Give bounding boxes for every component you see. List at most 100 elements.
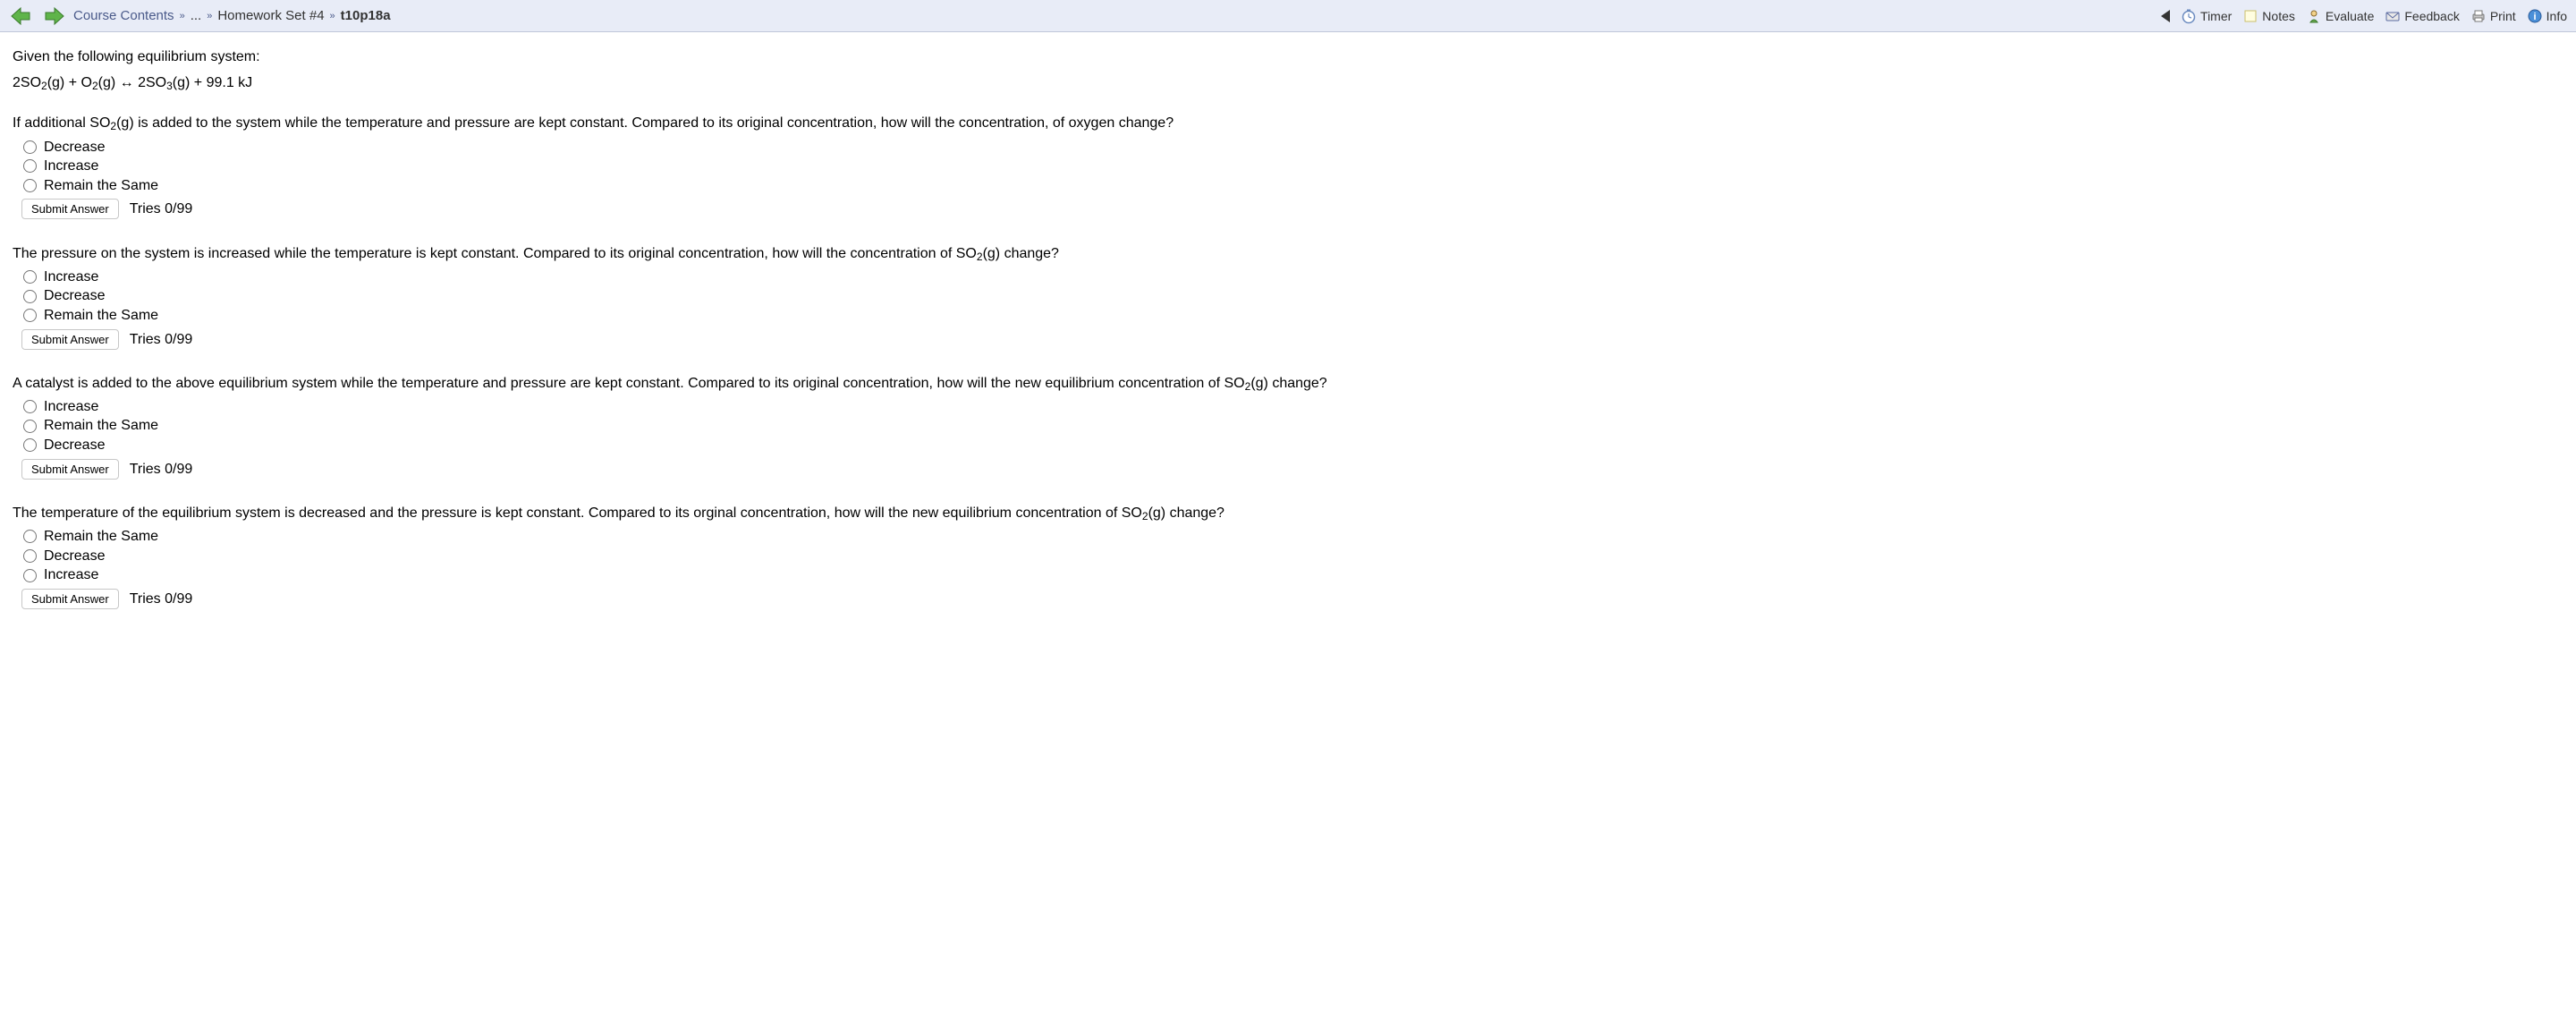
collapse-tools-button[interactable] [2161, 10, 2170, 22]
chem-subscript: 2 [1142, 510, 1148, 522]
question-text-fragment: If additional SO [13, 115, 110, 131]
print-icon [2470, 8, 2487, 24]
option-row[interactable]: Decrease [23, 138, 2563, 157]
topbar-right: Timer Notes Evaluate Feedback Print [2161, 8, 2567, 24]
content: Given the following equilibrium system: … [0, 32, 2576, 647]
info-tool[interactable]: i Info [2527, 8, 2567, 24]
submit-row: Submit Answer Tries 0/99 [21, 199, 2563, 219]
tries-label: Tries 0/99 [130, 589, 193, 609]
question-text: A catalyst is added to the above equilib… [13, 373, 2563, 394]
nav-back-button[interactable] [9, 5, 34, 27]
chem-subscript: 2 [977, 251, 983, 263]
tries-label: Tries 0/99 [130, 329, 193, 350]
breadcrumb-course-contents[interactable]: Course Contents [73, 8, 174, 23]
arrow-right-icon [42, 6, 65, 26]
option-radio[interactable] [23, 530, 37, 543]
eq-text: (g) + O [47, 75, 92, 90]
option-label: Increase [44, 157, 98, 176]
submit-answer-button[interactable]: Submit Answer [21, 589, 119, 609]
info-icon: i [2527, 8, 2543, 24]
submit-answer-button[interactable]: Submit Answer [21, 329, 119, 350]
breadcrumb-sep: » [330, 11, 335, 21]
notes-icon [2242, 8, 2258, 24]
svg-text:i: i [2533, 12, 2536, 22]
option-row[interactable]: Decrease [23, 547, 2563, 566]
question-block: The pressure on the system is increased … [13, 243, 2563, 350]
option-radio[interactable] [23, 569, 37, 582]
option-row[interactable]: Increase [23, 565, 2563, 585]
options-group: DecreaseIncreaseRemain the Same [23, 138, 2563, 196]
arrow-left-icon [10, 6, 33, 26]
topbar-left: Course Contents » ... » Homework Set #4 … [9, 5, 391, 27]
option-radio[interactable] [23, 270, 37, 284]
eq-sub: 3 [166, 80, 173, 92]
option-label: Decrease [44, 286, 105, 306]
option-label: Remain the Same [44, 527, 158, 547]
question-text: If additional SO2(g) is added to the sys… [13, 113, 2563, 133]
print-tool[interactable]: Print [2470, 8, 2516, 24]
notes-tool[interactable]: Notes [2242, 8, 2295, 24]
option-row[interactable]: Remain the Same [23, 527, 2563, 547]
eq-text: (g) + 99.1 kJ [173, 75, 252, 90]
question-block: A catalyst is added to the above equilib… [13, 373, 2563, 480]
option-label: Increase [44, 565, 98, 585]
breadcrumb-current: t10p18a [341, 8, 391, 23]
option-row[interactable]: Increase [23, 157, 2563, 176]
submit-answer-button[interactable]: Submit Answer [21, 459, 119, 480]
option-label: Remain the Same [44, 176, 158, 196]
feedback-label: Feedback [2404, 9, 2459, 23]
option-radio[interactable] [23, 290, 37, 303]
submit-answer-button[interactable]: Submit Answer [21, 199, 119, 219]
question-text: The temperature of the equilibrium syste… [13, 503, 2563, 523]
feedback-tool[interactable]: Feedback [2385, 8, 2459, 24]
option-radio[interactable] [23, 549, 37, 563]
question-text: The pressure on the system is increased … [13, 243, 2563, 264]
question-block: The temperature of the equilibrium syste… [13, 503, 2563, 609]
option-radio[interactable] [23, 420, 37, 433]
submit-row: Submit Answer Tries 0/99 [21, 329, 2563, 350]
evaluate-tool[interactable]: Evaluate [2306, 8, 2374, 24]
breadcrumb-homework: Homework Set #4 [217, 8, 324, 23]
tries-label: Tries 0/99 [130, 459, 193, 480]
option-row[interactable]: Increase [23, 397, 2563, 417]
option-row[interactable]: Remain the Same [23, 176, 2563, 196]
breadcrumb-sep: » [180, 11, 185, 21]
tries-label: Tries 0/99 [130, 199, 193, 219]
info-label: Info [2546, 9, 2567, 23]
question-text-fragment: The pressure on the system is increased … [13, 246, 977, 261]
option-label: Decrease [44, 547, 105, 566]
option-row[interactable]: Increase [23, 267, 2563, 287]
option-row[interactable]: Remain the Same [23, 306, 2563, 326]
option-radio[interactable] [23, 159, 37, 173]
submit-row: Submit Answer Tries 0/99 [21, 589, 2563, 609]
question-text-fragment: (g) change? [983, 246, 1059, 261]
option-row[interactable]: Decrease [23, 436, 2563, 455]
eq-text: 2SO [13, 75, 41, 90]
timer-tool[interactable]: Timer [2181, 8, 2232, 24]
option-row[interactable]: Remain the Same [23, 416, 2563, 436]
eq-sub: 2 [92, 80, 98, 92]
question-text-fragment: The temperature of the equilibrium syste… [13, 505, 1142, 521]
option-label: Increase [44, 397, 98, 417]
option-radio[interactable] [23, 140, 37, 154]
option-radio[interactable] [23, 400, 37, 413]
nav-forward-button[interactable] [41, 5, 66, 27]
option-radio[interactable] [23, 309, 37, 322]
submit-row: Submit Answer Tries 0/99 [21, 459, 2563, 480]
question-text-fragment: (g) change? [1250, 376, 1326, 391]
option-row[interactable]: Decrease [23, 286, 2563, 306]
question-text-fragment: A catalyst is added to the above equilib… [13, 376, 1245, 391]
equation: 2SO2(g) + O2(g) ↔ 2SO3(g) + 99.1 kJ [13, 72, 2563, 93]
chem-subscript: 2 [1245, 380, 1251, 393]
timer-label: Timer [2200, 9, 2232, 23]
feedback-icon [2385, 8, 2401, 24]
option-label: Increase [44, 267, 98, 287]
question-text-fragment: (g) is added to the system while the tem… [116, 115, 1174, 131]
questions-container: If additional SO 2 (g) is added to the sys… [13, 113, 2563, 609]
option-radio[interactable] [23, 179, 37, 192]
options-group: IncreaseRemain the SameDecrease [23, 397, 2563, 455]
evaluate-icon [2306, 8, 2322, 24]
option-radio[interactable] [23, 438, 37, 452]
eq-sub: 2 [41, 80, 47, 92]
notes-label: Notes [2262, 9, 2295, 23]
